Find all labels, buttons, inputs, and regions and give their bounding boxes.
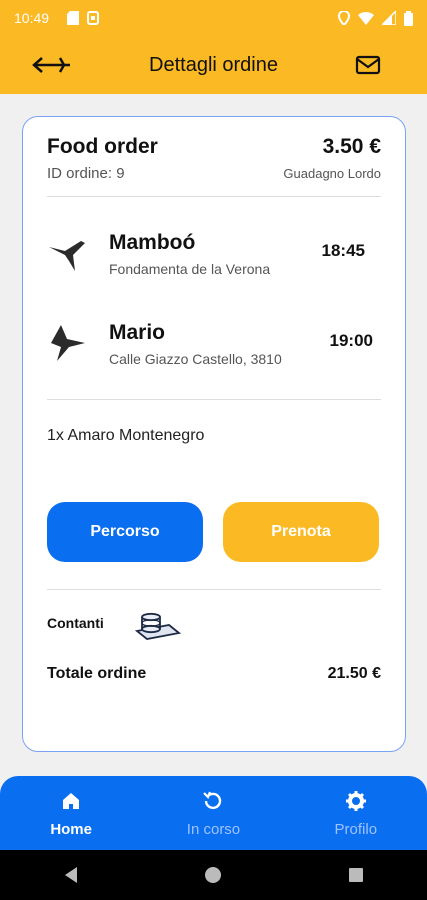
order-type: Food order (47, 135, 158, 158)
route-button[interactable]: Percorso (47, 502, 203, 562)
status-bar: 10:49 (0, 0, 427, 36)
dropoff-name: Mario (109, 321, 166, 344)
mail-icon[interactable] (355, 53, 381, 77)
system-back-button[interactable] (59, 863, 83, 887)
dropoff-address: Calle Giazzo Castello, 3810 (109, 351, 282, 367)
dropoff-stop: Mario Calle Giazzo Castello, 3810 19:00 (47, 321, 381, 381)
cash-icon (134, 612, 182, 640)
nav-profile[interactable]: Profilo (301, 789, 411, 838)
nav-home[interactable]: Home (16, 789, 126, 838)
order-id: ID ordine: 9 (47, 165, 125, 182)
page-title: Dettagli ordine (149, 53, 278, 76)
history-icon (203, 791, 222, 809)
pickup-time: 18:45 (321, 241, 365, 260)
pickup-name: Mamboó (109, 231, 196, 254)
system-recents-button[interactable] (344, 863, 368, 887)
recents-square-icon (348, 868, 363, 882)
total-value: 21.50 € (327, 665, 381, 682)
order-items: 1x Amaro Montenegro (47, 427, 205, 444)
bird-icon (51, 325, 85, 361)
pickup-address: Fondamenta de la Verona (109, 261, 271, 277)
pickup-stop: Mamboó Fondamenta de la Verona 18:45 (47, 231, 381, 291)
bird-icon (49, 241, 85, 271)
divider (47, 196, 381, 197)
order-card: Food order 3.50 € ID ordine: 9 Guadagno … (22, 116, 406, 752)
bottom-nav: Home In corso Profilo (0, 776, 427, 850)
total-label: Totale ordine (47, 665, 147, 682)
nav-in-progress[interactable]: In corso (158, 789, 268, 838)
storage-icon (87, 11, 100, 25)
signal-icon (382, 11, 396, 25)
dropoff-time: 19:00 (329, 331, 373, 350)
back-arrow-icon[interactable] (32, 53, 72, 77)
payment-method: Contanti (47, 615, 104, 631)
status-time: 10:49 (14, 10, 50, 26)
battery-icon (404, 10, 413, 26)
divider (47, 589, 381, 590)
home-icon (63, 792, 80, 809)
back-triangle-icon (65, 867, 78, 883)
book-button[interactable]: Prenota (223, 502, 379, 562)
settings-icon (345, 790, 366, 811)
nav-profile-label: Profilo (334, 820, 378, 838)
wifi-icon (358, 11, 374, 25)
home-circle-icon (205, 867, 222, 883)
order-amount: 3.50 € (322, 135, 381, 158)
system-nav-bar (0, 850, 427, 900)
nav-in-progress-label: In corso (186, 820, 241, 838)
nav-home-label: Home (50, 820, 92, 838)
gross-earnings-label: Guadagno Lordo (283, 166, 381, 181)
location-icon (338, 11, 350, 25)
sd-card-icon (67, 11, 80, 25)
app-bar: Dettagli ordine (0, 36, 427, 94)
system-home-button[interactable] (201, 863, 225, 887)
divider (47, 399, 381, 400)
